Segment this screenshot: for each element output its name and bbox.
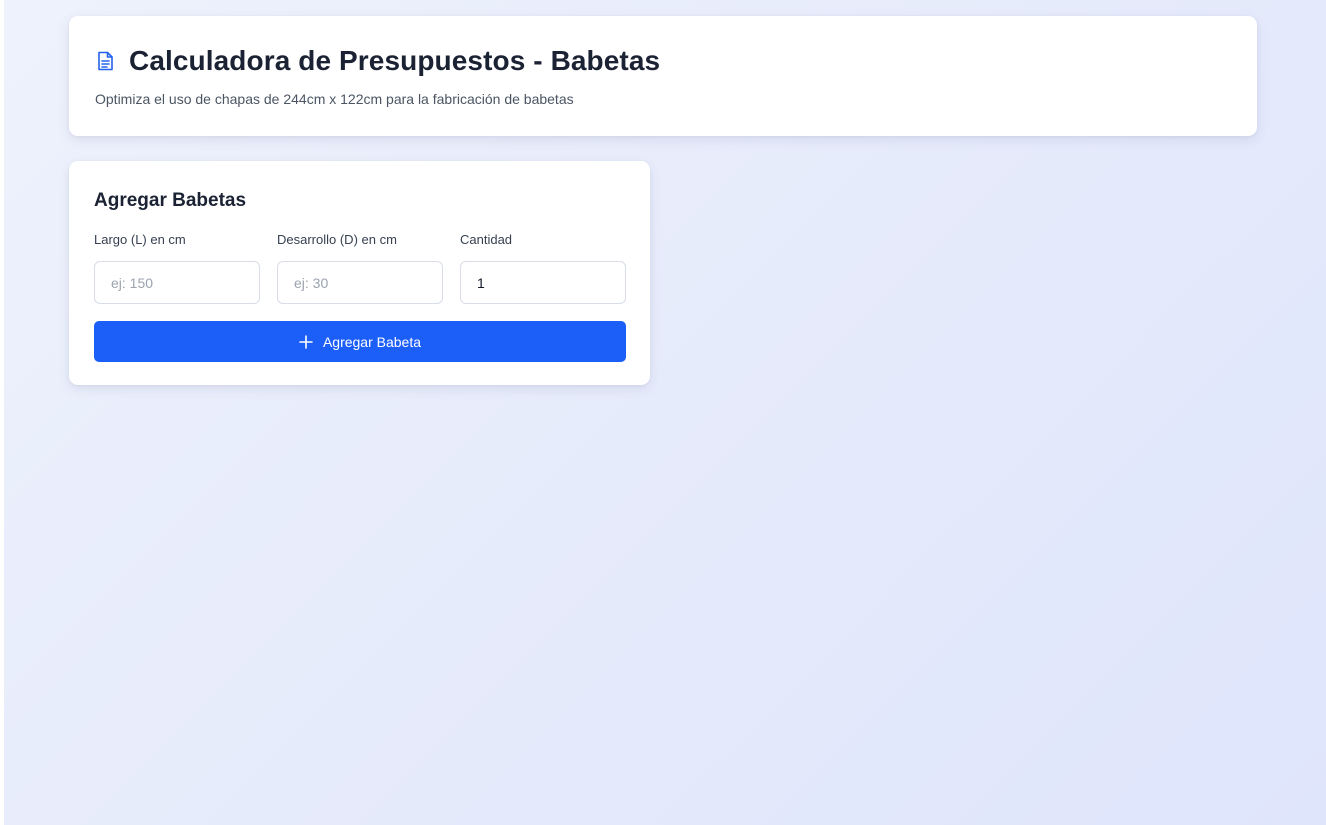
add-babetas-card: Agregar Babetas Largo (L) en cm Desarrol… bbox=[69, 161, 650, 385]
cantidad-field: Cantidad bbox=[460, 231, 626, 304]
largo-input[interactable] bbox=[94, 261, 260, 304]
largo-field: Largo (L) en cm bbox=[94, 231, 260, 304]
desarrollo-label: Desarrollo (D) en cm bbox=[277, 232, 397, 247]
fields-row: Largo (L) en cm Desarrollo (D) en cm Can… bbox=[94, 231, 626, 304]
page-title: Calculadora de Presupuestos - Babetas bbox=[129, 45, 661, 76]
header-card: Calculadora de Presupuestos - Babetas Op… bbox=[69, 16, 1257, 136]
title-row: Calculadora de Presupuestos - Babetas bbox=[95, 44, 1231, 78]
page-subtitle: Optimiza el uso de chapas de 244cm x 122… bbox=[95, 91, 574, 107]
largo-label: Largo (L) en cm bbox=[94, 232, 186, 247]
cantidad-input[interactable] bbox=[460, 261, 626, 304]
add-babeta-label: Agregar Babeta bbox=[322, 333, 422, 350]
desarrollo-input[interactable] bbox=[277, 261, 443, 304]
page-edge bbox=[0, 0, 4, 825]
form-title: Agregar Babetas bbox=[94, 190, 247, 211]
add-babeta-button[interactable]: Agregar Babeta bbox=[94, 321, 626, 362]
cantidad-label: Cantidad bbox=[460, 232, 513, 247]
plus-icon bbox=[299, 334, 313, 349]
document-icon bbox=[95, 50, 115, 72]
desarrollo-field: Desarrollo (D) en cm bbox=[277, 231, 443, 304]
